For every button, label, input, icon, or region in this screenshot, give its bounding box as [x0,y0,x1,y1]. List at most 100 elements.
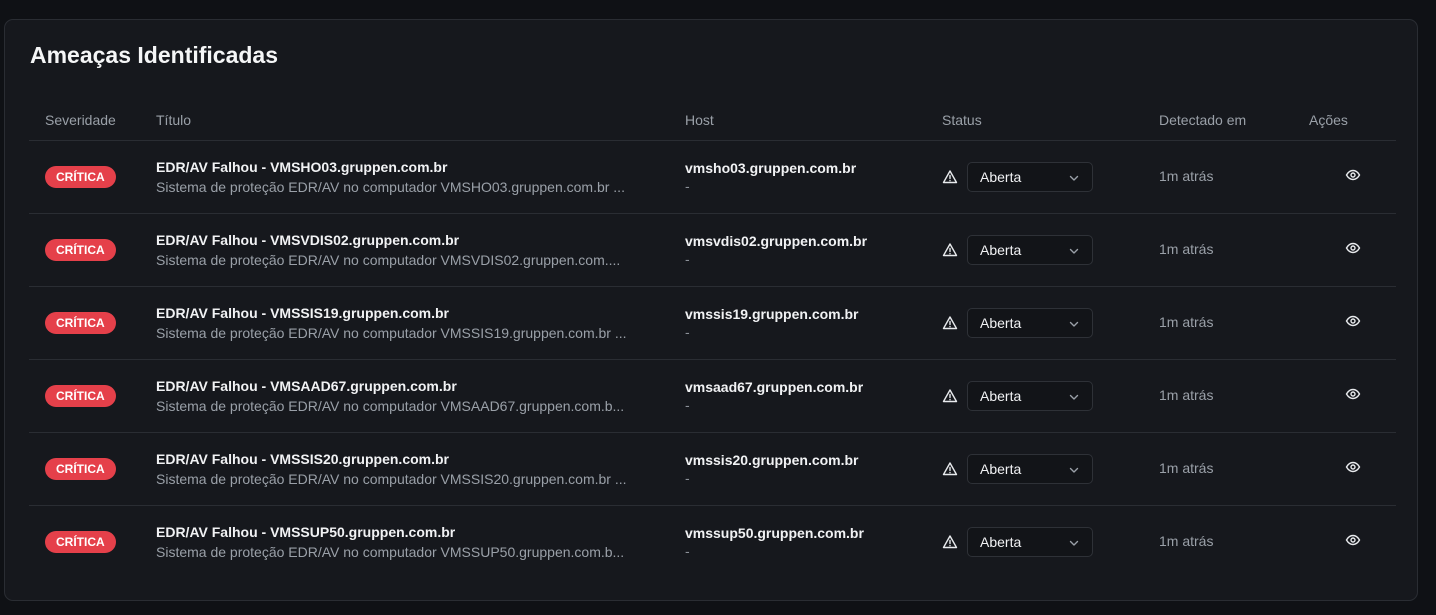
actions-cell [1309,213,1396,287]
host-name: vmssis19.gruppen.com.br [685,306,859,322]
table-row[interactable]: CRÍTICA EDR/AV Falhou - VMSHO03.gruppen.… [29,140,1396,214]
column-header-host[interactable]: Host [685,100,942,141]
status-cell: Aberta [942,213,1159,287]
title-cell: EDR/AV Falhou - VMSAAD67.gruppen.com.br … [156,359,685,433]
panel-title: Ameaças Identificadas [30,42,279,68]
status-cell: Aberta [942,140,1159,214]
title-cell: EDR/AV Falhou - VMSHO03.gruppen.com.br S… [156,140,685,214]
column-header-actions: Ações [1309,100,1396,141]
table-row[interactable]: CRÍTICA EDR/AV Falhou - VMSSIS20.gruppen… [29,432,1396,506]
actions-cell [1309,140,1396,214]
threat-title[interactable]: EDR/AV Falhou - VMSSIS20.gruppen.com.br [156,450,685,468]
host-cell: vmssis19.gruppen.com.br - [685,286,942,360]
detected-time: 1m atrás [1159,241,1214,257]
host-cell: vmssis20.gruppen.com.br - [685,432,942,506]
host-cell: vmsho03.gruppen.com.br - [685,140,942,214]
table-row[interactable]: CRÍTICA EDR/AV Falhou - VMSVDIS02.gruppe… [29,213,1396,287]
view-eye-icon[interactable] [1345,386,1361,402]
chevron-down-icon [1068,244,1080,256]
status-select-value: Aberta [980,169,1022,185]
host-name: vmssup50.gruppen.com.br [685,525,864,541]
severity-cell: CRÍTICA [29,140,156,214]
detected-cell: 1m atrás [1159,506,1309,579]
chevron-down-icon [1068,536,1080,548]
host-detail: - [685,397,690,413]
host-detail: - [685,470,690,486]
warning-triangle-icon [942,242,958,258]
threat-title[interactable]: EDR/AV Falhou - VMSVDIS02.gruppen.com.br [156,231,685,249]
table-row[interactable]: CRÍTICA EDR/AV Falhou - VMSSIS19.gruppen… [29,286,1396,360]
column-header-detected[interactable]: Detectado em [1159,100,1309,141]
severity-badge: CRÍTICA [45,458,116,480]
column-header-status[interactable]: Status [942,100,1159,141]
status-select[interactable]: Aberta [967,308,1093,338]
status-select-value: Aberta [980,461,1022,477]
threat-description: Sistema de proteção EDR/AV no computador… [156,471,627,487]
status-cell: Aberta [942,432,1159,506]
status-select[interactable]: Aberta [967,381,1093,411]
detected-time: 1m atrás [1159,314,1214,330]
chevron-down-icon [1068,171,1080,183]
severity-badge: CRÍTICA [45,312,116,334]
status-select[interactable]: Aberta [967,454,1093,484]
status-select-value: Aberta [980,315,1022,331]
status-select[interactable]: Aberta [967,235,1093,265]
host-detail: - [685,324,690,340]
host-cell: vmsaad67.gruppen.com.br - [685,359,942,433]
chevron-down-icon [1068,317,1080,329]
detected-time: 1m atrás [1159,460,1214,476]
view-eye-icon[interactable] [1345,459,1361,475]
actions-cell [1309,506,1396,579]
status-select-value: Aberta [980,534,1022,550]
host-detail: - [685,251,690,267]
detected-cell: 1m atrás [1159,213,1309,287]
actions-cell [1309,432,1396,506]
threat-description: Sistema de proteção EDR/AV no computador… [156,179,625,195]
host-detail: - [685,543,690,559]
view-eye-icon[interactable] [1345,313,1361,329]
title-cell: EDR/AV Falhou - VMSSIS19.gruppen.com.br … [156,286,685,360]
threat-title[interactable]: EDR/AV Falhou - VMSSIS19.gruppen.com.br [156,304,685,322]
status-select-value: Aberta [980,242,1022,258]
severity-cell: CRÍTICA [29,286,156,360]
status-cell: Aberta [942,506,1159,579]
column-header-title[interactable]: Título [156,100,685,141]
column-header-severity[interactable]: Severidade [29,100,156,141]
view-eye-icon[interactable] [1345,167,1361,183]
status-select-value: Aberta [980,388,1022,404]
actions-cell [1309,359,1396,433]
detected-cell: 1m atrás [1159,140,1309,214]
threats-table: Severidade Título Host Status Detectado … [29,100,1396,578]
threat-description: Sistema de proteção EDR/AV no computador… [156,325,627,341]
host-cell: vmssup50.gruppen.com.br - [685,506,942,579]
chevron-down-icon [1068,463,1080,475]
severity-badge: CRÍTICA [45,239,116,261]
view-eye-icon[interactable] [1345,532,1361,548]
host-cell: vmsvdis02.gruppen.com.br - [685,213,942,287]
table-row[interactable]: CRÍTICA EDR/AV Falhou - VMSSUP50.gruppen… [29,506,1396,579]
severity-cell: CRÍTICA [29,506,156,579]
severity-badge: CRÍTICA [45,166,116,188]
detected-cell: 1m atrás [1159,286,1309,360]
threat-title[interactable]: EDR/AV Falhou - VMSHO03.gruppen.com.br [156,158,685,176]
status-select[interactable]: Aberta [967,162,1093,192]
threat-title[interactable]: EDR/AV Falhou - VMSSUP50.gruppen.com.br [156,523,685,541]
threat-title[interactable]: EDR/AV Falhou - VMSAAD67.gruppen.com.br [156,377,685,395]
warning-triangle-icon [942,388,958,404]
warning-triangle-icon [942,315,958,331]
table-row[interactable]: CRÍTICA EDR/AV Falhou - VMSAAD67.gruppen… [29,359,1396,433]
severity-cell: CRÍTICA [29,213,156,287]
threat-description: Sistema de proteção EDR/AV no computador… [156,252,621,268]
warning-triangle-icon [942,169,958,185]
title-cell: EDR/AV Falhou - VMSSUP50.gruppen.com.br … [156,506,685,579]
host-name: vmssis20.gruppen.com.br [685,452,859,468]
detected-time: 1m atrás [1159,168,1214,184]
status-select[interactable]: Aberta [967,527,1093,557]
threat-description: Sistema de proteção EDR/AV no computador… [156,398,625,414]
severity-cell: CRÍTICA [29,432,156,506]
warning-triangle-icon [942,534,958,550]
severity-cell: CRÍTICA [29,359,156,433]
detected-cell: 1m atrás [1159,359,1309,433]
view-eye-icon[interactable] [1345,240,1361,256]
threat-description: Sistema de proteção EDR/AV no computador… [156,544,625,560]
